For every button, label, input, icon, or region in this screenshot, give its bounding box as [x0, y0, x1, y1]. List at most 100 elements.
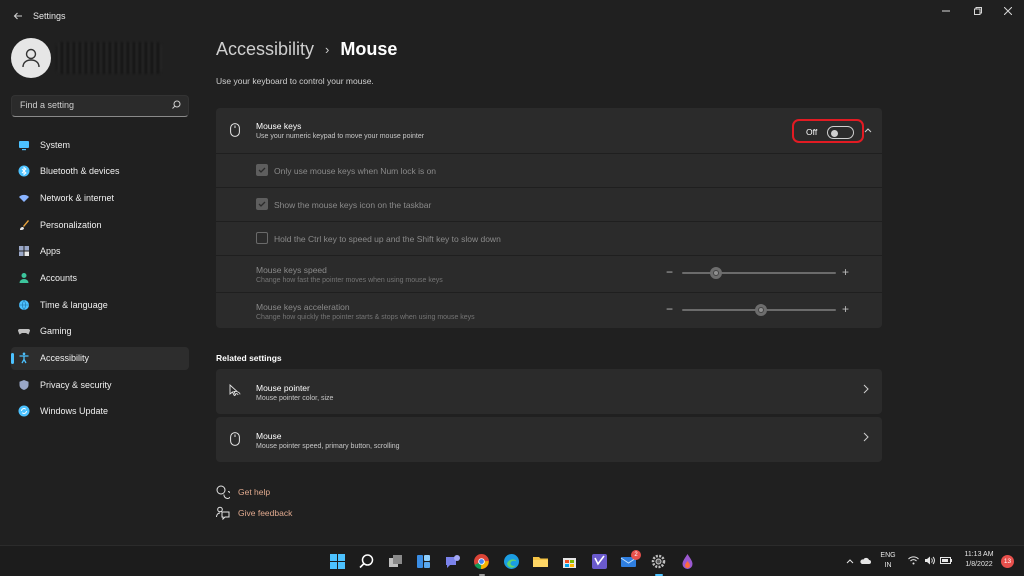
give-feedback-label[interactable]: Give feedback	[238, 508, 292, 518]
sidebar-item-label: Windows Update	[40, 406, 109, 417]
apps-icon	[18, 245, 30, 257]
breadcrumb-parent[interactable]: Accessibility	[216, 39, 314, 60]
notification-count-badge[interactable]: 13	[1001, 555, 1014, 568]
clock-date[interactable]: 1/8/2022	[958, 561, 1000, 568]
back-button[interactable]	[8, 6, 28, 26]
get-help-link[interactable]: Get help	[216, 485, 270, 499]
update-icon	[18, 405, 30, 417]
taskbar: 2 ENG IN 11:13 AM 1/8/2022 13	[0, 545, 1024, 576]
sidebar-item-system[interactable]: System	[11, 133, 189, 156]
increase-speed-icon[interactable]: +	[842, 265, 849, 279]
get-help-label[interactable]: Get help	[238, 487, 270, 497]
num-lock-label: Only use mouse keys when Num lock is on	[274, 166, 437, 176]
sidebar-item-windows-update[interactable]: Windows Update	[11, 400, 189, 423]
mouse-keys-header[interactable]: Mouse keys Use your numeric keypad to mo…	[216, 108, 882, 153]
mouse-pointer-link[interactable]: Mouse pointer Mouse pointer color, size	[216, 369, 882, 414]
slider-thumb[interactable]	[709, 267, 722, 279]
sidebar-item-bluetooth-devices[interactable]: Bluetooth & devices	[11, 160, 189, 183]
slider-thumb[interactable]	[754, 304, 767, 316]
settings-gear-icon[interactable]	[650, 553, 667, 570]
close-button[interactable]	[999, 4, 1017, 18]
language-region[interactable]: IN	[878, 562, 898, 569]
mouse-keys-toggle[interactable]	[827, 126, 854, 139]
sidebar-item-network-internet[interactable]: Network & internet	[11, 186, 189, 209]
sidebar-item-accounts[interactable]: Accounts	[11, 266, 189, 289]
sidebar-item-label: Network & internet	[40, 192, 115, 203]
file-explorer-icon[interactable]	[532, 553, 549, 570]
minimize-button[interactable]	[937, 4, 955, 18]
search-input[interactable]	[20, 100, 170, 110]
sidebar-item-privacy-security[interactable]: Privacy & security	[11, 373, 189, 396]
sidebar-item-label: Accounts	[40, 272, 78, 283]
acceleration-slider[interactable]: − +	[666, 302, 856, 317]
language-code[interactable]: ENG	[878, 552, 898, 559]
feedback-icon	[216, 506, 230, 520]
num-lock-checkbox[interactable]	[256, 164, 268, 176]
sidebar-item-gaming[interactable]: Gaming	[11, 320, 189, 343]
chevron-up-icon[interactable]	[864, 127, 872, 133]
mouse-keys-subtitle: Use your numeric keypad to move your mou…	[256, 133, 425, 140]
mouse-keys-acceleration-row: Mouse keys acceleration Change how quick…	[216, 293, 882, 328]
decrease-speed-icon[interactable]: −	[666, 265, 673, 279]
weather-cloud-icon[interactable]	[859, 557, 871, 565]
sidebar-item-time-language[interactable]: Time & language	[11, 293, 189, 316]
search-icon[interactable]	[172, 100, 181, 111]
chevron-up-icon[interactable]	[846, 558, 854, 564]
sidebar-item-label: Personalization	[40, 219, 102, 230]
checkmark-icon	[258, 167, 266, 173]
restore-icon	[974, 7, 982, 15]
gamepad-icon	[18, 325, 30, 337]
sidebar-item-label: System	[40, 139, 71, 150]
mouse-keys-title: Mouse keys	[256, 121, 302, 131]
divider	[216, 187, 882, 188]
sidebar-item-label: Accessibility	[40, 353, 90, 363]
bluetooth-icon	[18, 165, 30, 177]
page-description: Use your keyboard to control your mouse.	[216, 76, 374, 86]
task-view-icon[interactable]	[387, 553, 404, 570]
related-settings-heading: Related settings	[216, 353, 282, 363]
sidebar-item-personalization[interactable]: Personalization	[11, 213, 189, 236]
wifi-icon[interactable]	[908, 556, 919, 565]
mail-badge: 2	[631, 550, 641, 560]
sidebar-item-accessibility[interactable]: Accessibility	[11, 346, 189, 370]
decrease-acceleration-icon[interactable]: −	[666, 302, 673, 316]
person-icon	[22, 48, 40, 68]
sidebar-item-label: Gaming	[40, 326, 72, 337]
search-box[interactable]	[11, 95, 189, 117]
mouse-link[interactable]: Mouse Mouse pointer speed, primary butto…	[216, 417, 882, 462]
volume-icon[interactable]	[924, 556, 935, 565]
mouse-pointer-subtitle: Mouse pointer color, size	[256, 395, 334, 402]
mouse-pointer-icon	[229, 384, 241, 397]
windows-start-icon[interactable]	[329, 553, 346, 570]
chat-icon[interactable]	[444, 553, 461, 570]
visual-studio-icon[interactable]	[591, 553, 608, 570]
taskbar-icon-checkbox[interactable]	[256, 198, 268, 210]
paint-drop-icon[interactable]	[679, 553, 696, 570]
chrome-icon[interactable]	[473, 553, 490, 570]
battery-icon[interactable]	[940, 557, 952, 564]
microsoft-store-icon[interactable]	[561, 553, 578, 570]
ctrl-shift-label: Hold the Ctrl key to speed up and the Sh…	[274, 234, 501, 244]
clock-time[interactable]: 11:13 AM	[958, 551, 1000, 558]
widgets-icon[interactable]	[415, 553, 432, 570]
wifi-icon	[18, 192, 30, 204]
give-feedback-link[interactable]: Give feedback	[216, 506, 292, 520]
minimize-icon	[942, 10, 950, 12]
sidebar-item-label: Apps	[40, 246, 61, 257]
edge-icon[interactable]	[503, 553, 520, 570]
monitor-icon	[18, 139, 30, 151]
app-title: Settings	[33, 11, 66, 21]
increase-acceleration-icon[interactable]: +	[842, 302, 849, 316]
accessibility-icon	[18, 352, 30, 364]
sidebar-item-apps[interactable]: Apps	[11, 240, 189, 263]
brush-icon	[18, 219, 30, 231]
restore-button[interactable]	[969, 4, 987, 18]
search-icon[interactable]	[358, 553, 375, 570]
avatar[interactable]	[11, 38, 51, 78]
taskbar-icon-label: Show the mouse keys icon on the taskbar	[274, 200, 432, 210]
ctrl-shift-checkbox[interactable]	[256, 232, 268, 244]
toggle-knob	[831, 129, 838, 137]
speed-slider[interactable]: − +	[666, 265, 856, 280]
breadcrumb-separator-icon: ›	[325, 42, 330, 57]
divider	[216, 153, 882, 154]
